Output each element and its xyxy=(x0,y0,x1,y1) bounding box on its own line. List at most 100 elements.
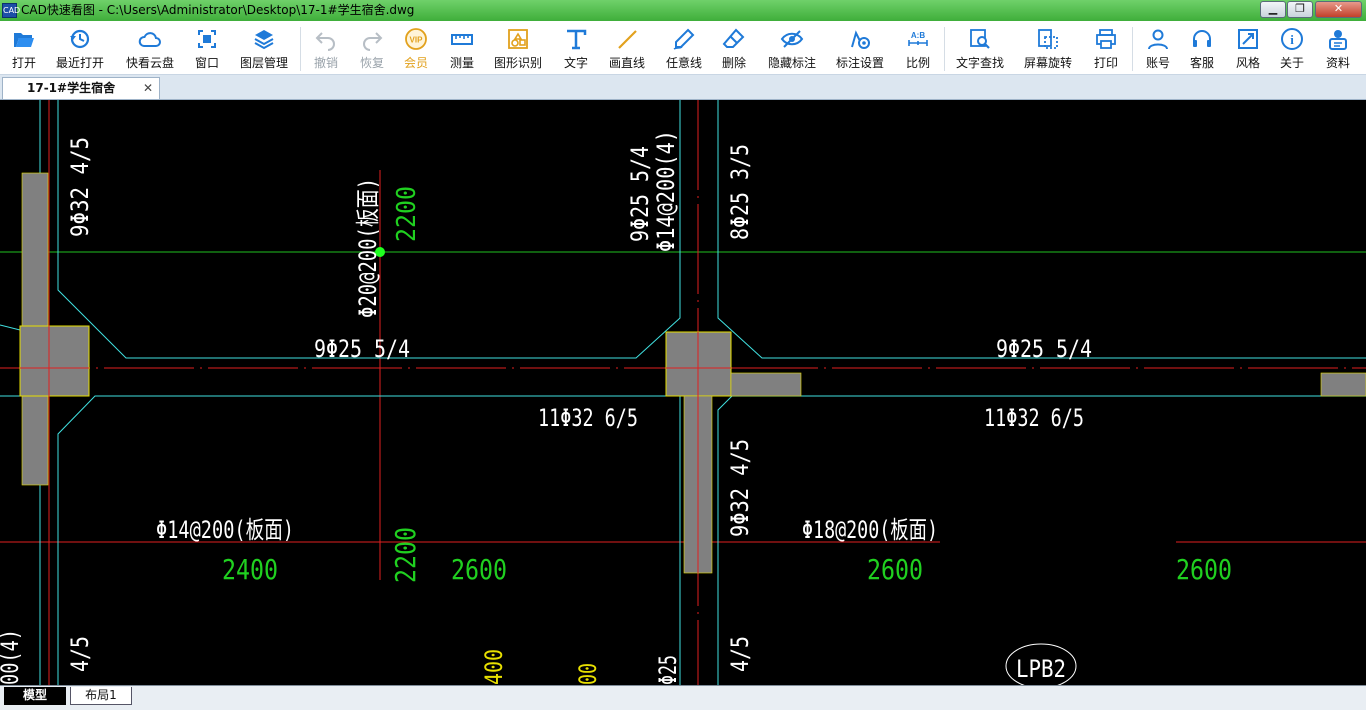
toolbar-label: 关于 xyxy=(1279,56,1304,70)
print-button[interactable]: 打印 xyxy=(1088,21,1124,75)
rebar-label: 00(4) xyxy=(0,629,24,685)
tab-model[interactable]: 模型 xyxy=(4,687,66,705)
toolbar-separator xyxy=(944,27,945,71)
style-button[interactable]: 风格 xyxy=(1230,21,1266,75)
cloud-disk-button[interactable]: 快看云盘 xyxy=(122,21,178,75)
toolbar-label: 画直线 xyxy=(608,56,645,70)
window-frame-icon xyxy=(198,30,216,48)
toolbar-label: 测量 xyxy=(449,56,474,70)
eye-hidden-icon xyxy=(780,30,804,48)
style-icon xyxy=(1238,29,1258,49)
toolbar-label: 风格 xyxy=(1235,56,1260,70)
toolbar-label: 文字查找 xyxy=(955,56,1004,70)
redo-icon xyxy=(363,32,383,51)
close-button[interactable]: ✕ xyxy=(1315,1,1362,18)
dimension-label: 2600 xyxy=(451,553,507,586)
document-tab-label: 17-1#学生宿舍 xyxy=(27,81,116,95)
toolbar-label: 文字 xyxy=(563,56,588,70)
toolbar-label: 标注设置 xyxy=(835,56,884,70)
undo-icon xyxy=(315,32,335,51)
toolbar-label: 删除 xyxy=(721,56,746,70)
redo-button[interactable]: 恢复 xyxy=(354,21,390,75)
dimension-label: 00 xyxy=(574,663,602,685)
window-title: CAD快速看图 - C:\Users\Administrator\Desktop… xyxy=(21,3,415,17)
folder-open-icon xyxy=(14,33,34,47)
cad-drawing: 9Φ32 4/5 Φ20@200(板面) 2200 9Φ25 5/4 Φ14@2… xyxy=(0,100,1366,685)
dimension-settings-button[interactable]: 标注设置 xyxy=(832,21,888,75)
vip-button[interactable]: VIP 会员 xyxy=(398,21,434,75)
customer-service-button[interactable]: 客服 xyxy=(1184,21,1220,75)
rebar-label: 4/5 xyxy=(726,636,754,672)
rebar-label: 9Φ32 4/5 xyxy=(726,439,754,537)
slab-rebar-label: Φ18@200(板面) xyxy=(802,516,938,544)
user-icon xyxy=(1148,29,1168,50)
dimension-settings-icon xyxy=(851,30,870,49)
toolbar-separator xyxy=(1132,27,1133,71)
toolbar-label: 屏幕旋转 xyxy=(1023,56,1072,70)
main-toolbar: 打开 最近打开 快看云盘 窗口 图层管理 撤销 恢复 VIP 会员 测量 图形识… xyxy=(0,21,1366,75)
rebar-label: 8Φ25 3/5 xyxy=(726,144,754,240)
slab-rebar-label: Φ14@200(板面) xyxy=(156,516,294,544)
label-group: 9Φ32 4/5 Φ20@200(板面) 2200 9Φ25 5/4 Φ14@2… xyxy=(0,130,754,685)
draw-line-button[interactable]: 画直线 xyxy=(604,21,650,75)
line-icon xyxy=(618,30,637,49)
text-button[interactable]: 文字 xyxy=(558,21,594,75)
minimize-button[interactable]: ▁ xyxy=(1260,1,1286,18)
stirrup-label: Φ14@200(4) xyxy=(652,130,680,252)
toolbar-label: 打开 xyxy=(11,56,36,70)
measure-button[interactable]: 测量 xyxy=(444,21,480,75)
toolbar-label: 打印 xyxy=(1093,56,1118,70)
layers-icon xyxy=(254,30,274,50)
column xyxy=(730,372,802,397)
toolbar-label: 隐藏标注 xyxy=(767,56,816,70)
dimension-label: 2400 xyxy=(222,553,278,586)
toolbar-label: 账号 xyxy=(1145,56,1170,70)
scale-button[interactable]: A:B 比例 xyxy=(898,21,938,75)
toolbar-label: 窗口 xyxy=(194,56,219,70)
shape-recognize-button[interactable]: 图形识别 xyxy=(490,21,546,75)
toolbar-label: 最近打开 xyxy=(55,56,104,70)
tab-layout1[interactable]: 布局1 xyxy=(70,687,132,705)
ruler-icon xyxy=(451,34,473,45)
account-button[interactable]: 账号 xyxy=(1140,21,1176,75)
column xyxy=(19,325,90,397)
freehand-pen-icon xyxy=(673,28,695,50)
toolbar-label: 比例 xyxy=(905,56,930,70)
document-tab[interactable]: 17-1#学生宿舍 ✕ xyxy=(2,77,160,99)
toolbar-label: 资料 xyxy=(1325,56,1350,70)
undo-button[interactable]: 撤销 xyxy=(308,21,344,75)
rebar-label: 9Φ32 4/5 xyxy=(66,137,94,237)
window-button[interactable]: 窗口 xyxy=(188,21,226,75)
delete-button[interactable]: 删除 xyxy=(716,21,752,75)
scale-badge-text: A:B xyxy=(911,31,925,40)
about-button[interactable]: i 关于 xyxy=(1274,21,1310,75)
toolbar-label: 会员 xyxy=(403,56,428,70)
text-search-button[interactable]: 文字查找 xyxy=(952,21,1008,75)
vip-badge-icon: VIP xyxy=(405,28,427,50)
profile-button[interactable]: 资料 xyxy=(1320,21,1356,75)
hide-dimension-button[interactable]: 隐藏标注 xyxy=(764,21,820,75)
maximize-button[interactable]: ❐ xyxy=(1287,1,1313,18)
profile-card-icon xyxy=(1329,30,1347,50)
title-bar: CAD CAD快速看图 - C:\Users\Administrator\Des… xyxy=(0,0,1366,21)
rebar-label: 4/5 xyxy=(66,636,94,672)
toolbar-separator xyxy=(300,27,301,71)
toolbar-label: 图层管理 xyxy=(239,56,288,70)
freehand-line-button[interactable]: 任意线 xyxy=(660,21,708,75)
open-button[interactable]: 打开 xyxy=(4,21,44,75)
toolbar-label: 快看云盘 xyxy=(125,56,174,70)
cloud-icon xyxy=(138,32,161,47)
rotate-screen-button[interactable]: 屏幕旋转 xyxy=(1020,21,1076,75)
recent-clock-icon xyxy=(70,29,90,49)
layer-manager-button[interactable]: 图层管理 xyxy=(236,21,292,75)
tab-close-icon[interactable]: ✕ xyxy=(143,78,153,99)
beam-rebar-label: 9Φ25 5/4 xyxy=(314,335,410,363)
cad-drawing-canvas[interactable]: 9Φ32 4/5 Φ20@200(板面) 2200 9Φ25 5/4 Φ14@2… xyxy=(0,100,1366,685)
document-tab-bar: 17-1#学生宿舍 ✕ xyxy=(0,75,1366,100)
slab-rebar-label: Φ20@200(板面) xyxy=(354,178,382,318)
toolbar-label: 任意线 xyxy=(665,56,702,70)
printer-icon xyxy=(1096,29,1116,49)
dimension-label: 400 xyxy=(480,649,508,685)
recent-open-button[interactable]: 最近打开 xyxy=(52,21,108,75)
dimension-label: 2200 xyxy=(392,186,422,242)
